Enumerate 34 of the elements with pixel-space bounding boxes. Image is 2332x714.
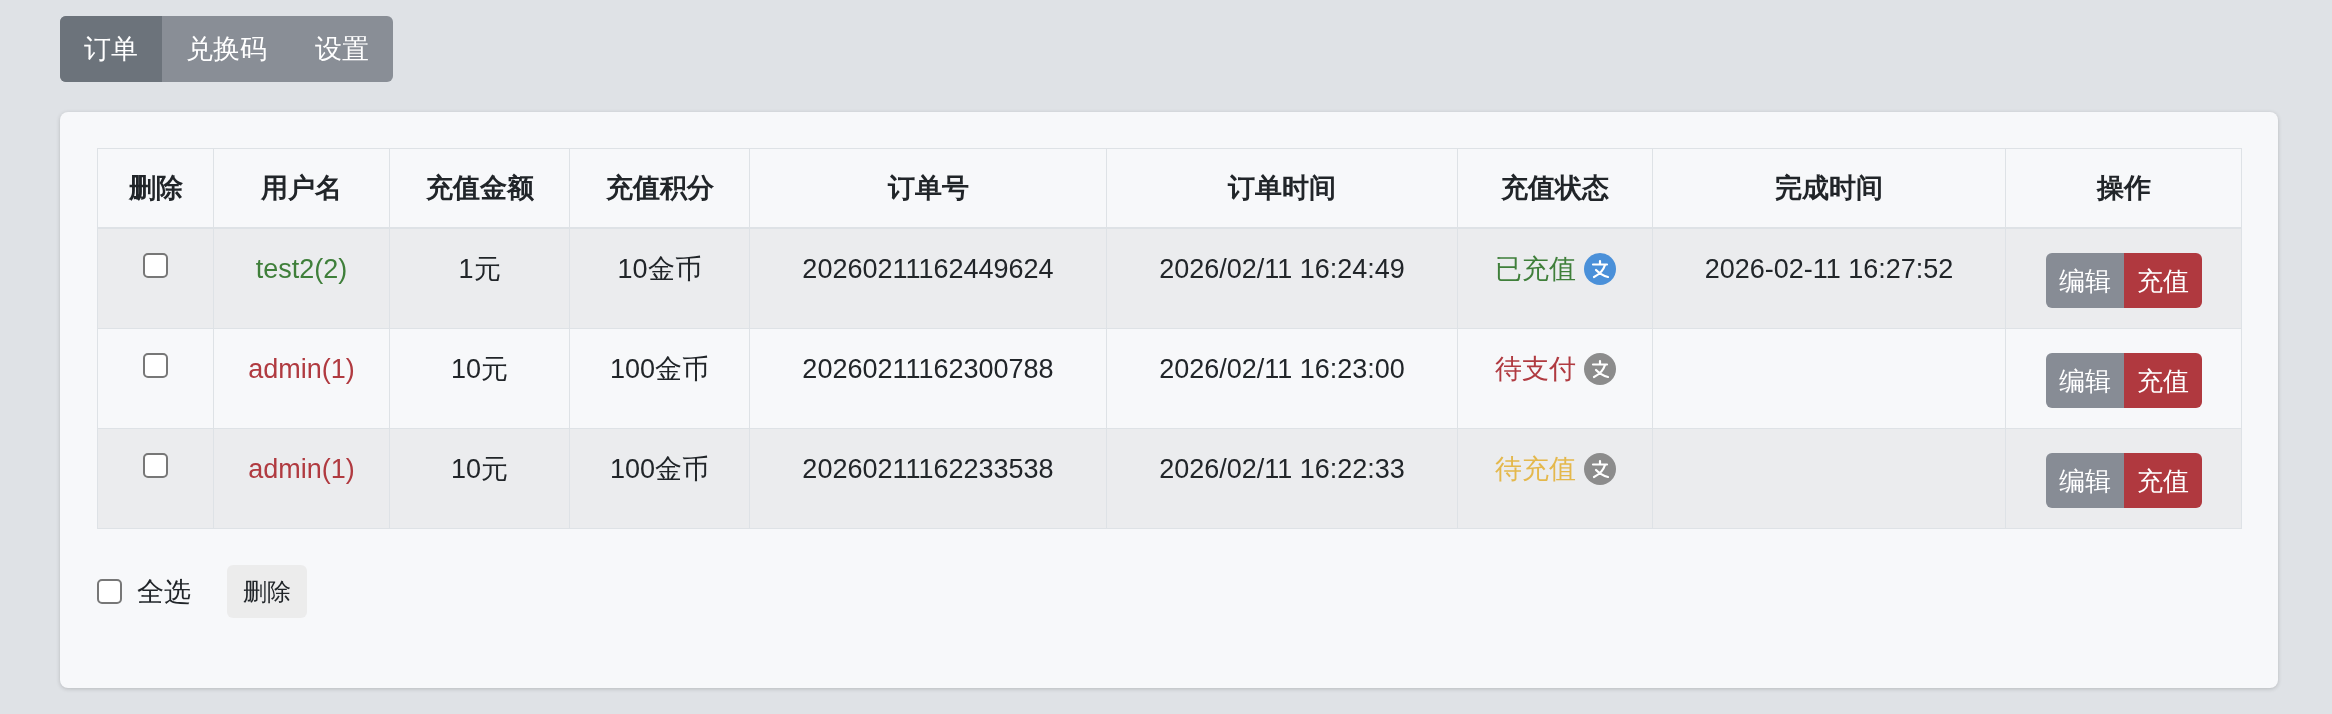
status-text: 待充值 <box>1494 453 1576 486</box>
table-cell: 1元 <box>389 228 570 329</box>
username: test2(2) <box>213 228 390 329</box>
edit-button[interactable]: 编辑 <box>2045 353 2124 408</box>
table-cell: 100金币 <box>569 428 750 529</box>
recharge-button[interactable]: 充值 <box>2123 353 2202 408</box>
edit-button[interactable]: 编辑 <box>2045 253 2124 308</box>
username: admin(1) <box>213 428 390 529</box>
table-cell: 20260211162449624 <box>749 228 1107 329</box>
row-checkbox[interactable] <box>143 353 168 378</box>
table-cell: 2026-02-11 16:27:52 <box>1652 228 2006 329</box>
edit-button[interactable]: 编辑 <box>2045 453 2124 508</box>
table-cell: 100金币 <box>569 328 750 429</box>
tab[interactable]: 订单 <box>60 16 162 82</box>
username: admin(1) <box>213 328 390 429</box>
tab[interactable]: 兑换码 <box>162 16 291 82</box>
recharge-button[interactable]: 充值 <box>2123 453 2202 508</box>
table-cell: 2026/02/11 16:22:33 <box>1106 428 1458 529</box>
table-cell: 10元 <box>389 428 570 529</box>
tab[interactable]: 设置 <box>291 16 393 82</box>
table-cell: 2026/02/11 16:24:49 <box>1106 228 1458 329</box>
row-checkbox[interactable] <box>143 253 168 278</box>
table-cell: 2026/02/11 16:23:00 <box>1106 328 1458 429</box>
table-cell: 10元 <box>389 328 570 429</box>
delete-button[interactable]: 删除 <box>227 565 307 618</box>
row-checkbox[interactable] <box>143 453 168 478</box>
status-text: 已充值 <box>1494 253 1576 286</box>
table-cell: 20260211162233538 <box>749 428 1107 529</box>
status-text: 待支付 <box>1494 353 1576 386</box>
table-cell: 10金币 <box>569 228 750 329</box>
select-all-checkbox[interactable] <box>97 579 122 604</box>
select-all-label: 全选 <box>137 575 191 609</box>
table-cell: 20260211162300788 <box>749 328 1107 429</box>
recharge-button[interactable]: 充值 <box>2123 253 2202 308</box>
